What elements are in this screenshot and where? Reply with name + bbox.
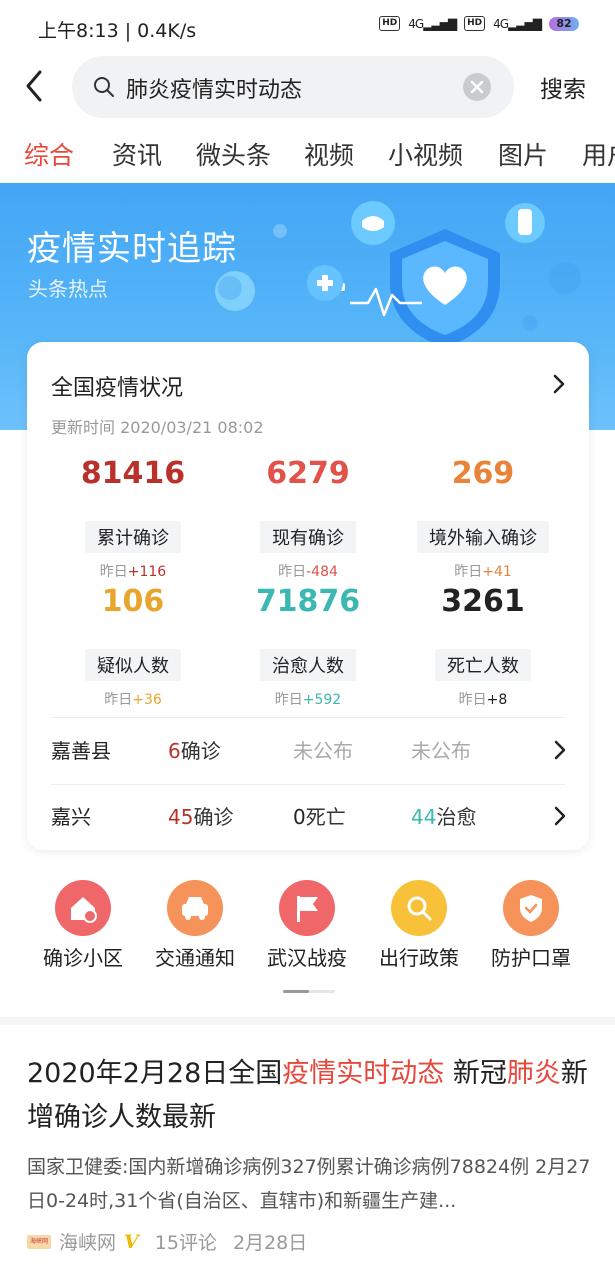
shield-check-icon: [503, 880, 559, 936]
clear-search-button[interactable]: [463, 73, 491, 101]
stat-label: 境外输入确诊: [417, 521, 549, 553]
back-button[interactable]: [20, 66, 50, 106]
shortcut-label: 交通通知: [155, 946, 235, 970]
chevron-right-icon: [554, 740, 566, 760]
shortcut-grid: 确诊小区 交通通知 武汉战疫 出行政策 防护口罩: [0, 880, 615, 980]
chevron-left-icon: [26, 70, 42, 102]
region-confirmed: 45确诊: [168, 805, 234, 829]
shortcut-confirmed-communities[interactable]: 确诊小区: [27, 880, 139, 971]
stat-label: 治愈人数: [260, 649, 356, 681]
shortcut-label: 出行政策: [379, 946, 459, 970]
status-time: 上午8:13 | 0.4K/s: [38, 20, 197, 42]
chevron-right-icon: [554, 806, 566, 826]
region-cured: 未公布: [411, 739, 471, 763]
region-row[interactable]: 嘉善县 6确诊 未公布 未公布: [27, 719, 589, 779]
region-name: 嘉兴: [51, 805, 91, 829]
search-icon: [94, 77, 114, 97]
region-name: 嘉善县: [51, 739, 111, 763]
source-logo: 海峡网: [27, 1234, 51, 1249]
tab-micro-headlines[interactable]: 微头条: [196, 136, 271, 172]
hd-icon: HD: [379, 16, 401, 31]
home-location-icon: [55, 880, 111, 936]
shortcut-masks[interactable]: 防护口罩: [475, 880, 587, 971]
shortcut-label: 武汉战疫: [267, 946, 347, 970]
divider: [51, 717, 565, 718]
stat-label: 死亡人数: [435, 649, 531, 681]
article-date: 2月28日: [232, 1232, 308, 1254]
card-title: 全国疫情状况: [51, 376, 184, 401]
stat-value: 3261: [441, 584, 525, 619]
stat-item: 269 境外输入确诊昨日+41: [393, 454, 573, 581]
article-summary: 国家卫健委:国内新增确诊病例327例累计确诊病例78824例 2月27日0-24…: [27, 1156, 591, 1212]
tab-users[interactable]: 用户: [582, 136, 615, 172]
article-comments[interactable]: 15评论: [155, 1228, 217, 1255]
national-status-card[interactable]: 全国疫情状况 更新时间 2020/03/21 08:02 81416 累计确诊昨日…: [27, 342, 589, 850]
article-source[interactable]: 海峡网: [59, 1228, 116, 1255]
shortcut-label: 防护口罩: [491, 946, 571, 970]
search-input[interactable]: 肺炎疫情实时动态: [72, 56, 514, 118]
stat-item: 6279 现有确诊昨日-484: [218, 454, 398, 581]
banner-subtitle: 头条热点: [28, 277, 108, 301]
stat-value: 71876: [255, 584, 361, 619]
shield-heart-illustration: [215, 201, 581, 348]
article-meta: 海峡网 海峡网 V 15评论 2月28日: [27, 1228, 307, 1255]
search-button[interactable]: 搜索: [540, 70, 586, 104]
stat-item: 71876 治愈人数昨日+592: [218, 582, 398, 709]
flag-icon: [279, 880, 335, 936]
region-row[interactable]: 嘉兴 45确诊 0死亡 44治愈: [27, 785, 589, 845]
signal-icon: 4G▂▃▅▇: [493, 16, 542, 31]
status-icons: HD 4G▂▃▅▇ HD 4G▂▃▅▇ 82: [379, 16, 579, 31]
region-confirmed: 6确诊: [168, 739, 221, 763]
tab-all[interactable]: 综合: [24, 136, 74, 172]
shortcut-traffic-notice[interactable]: 交通通知: [139, 880, 251, 971]
update-time: 更新时间 2020/03/21 08:02: [51, 418, 264, 437]
stat-delta: 昨日+36: [104, 692, 162, 708]
region-deaths: 未公布: [293, 739, 353, 763]
tab-news[interactable]: 资讯: [112, 136, 162, 172]
shortcut-wuhan-fight[interactable]: 武汉战疫: [251, 880, 363, 971]
hd-icon: HD: [464, 16, 486, 31]
stat-delta: 昨日+116: [99, 564, 167, 580]
stat-value: 81416: [80, 456, 186, 491]
tab-short-video[interactable]: 小视频: [388, 136, 463, 172]
stat-value: 106: [101, 584, 165, 619]
tab-video[interactable]: 视频: [304, 136, 354, 172]
chevron-right-icon[interactable]: [551, 372, 567, 396]
stat-label: 累计确诊: [85, 521, 181, 553]
region-deaths: 0死亡: [293, 805, 346, 829]
region-cured: 44治愈: [411, 805, 477, 829]
stat-item: 81416 累计确诊昨日+116: [43, 454, 223, 581]
stat-delta: 昨日+41: [454, 564, 512, 580]
page-indicator: [283, 990, 335, 993]
search-query: 肺炎疫情实时动态: [126, 78, 303, 103]
shortcut-travel-policy[interactable]: 出行政策: [363, 880, 475, 971]
stat-label: 疑似人数: [85, 649, 181, 681]
stat-delta: 昨日-484: [278, 564, 338, 580]
car-icon: [167, 880, 223, 936]
signal-icon: 4G▂▃▅▇: [408, 16, 457, 31]
section-divider: [0, 1017, 615, 1025]
article-title[interactable]: 2020年2月28日全国疫情实时动态 新冠肺炎新增确诊人数最新: [27, 1052, 597, 1140]
close-icon: [470, 80, 484, 94]
stat-item: 106 疑似人数昨日+36: [43, 582, 223, 709]
battery-icon: 82: [549, 16, 579, 31]
stat-delta: 昨日+8: [458, 692, 508, 708]
stat-item: 3261 死亡人数昨日+8: [393, 582, 573, 709]
shortcut-label: 确诊小区: [43, 946, 123, 970]
stat-delta: 昨日+592: [274, 692, 342, 708]
search-icon: [391, 880, 447, 936]
stat-label: 现有确诊: [260, 521, 356, 553]
stat-value: 6279: [266, 456, 350, 491]
stat-value: 269: [451, 456, 515, 491]
category-tabs: 综合 资讯 微头条 视频 小视频 图片 用户: [0, 132, 615, 178]
status-bar: 上午8:13 | 0.4K/s HD 4G▂▃▅▇ HD 4G▂▃▅▇ 82: [0, 0, 615, 56]
verified-icon: V: [124, 1230, 139, 1253]
tab-images[interactable]: 图片: [498, 136, 548, 172]
